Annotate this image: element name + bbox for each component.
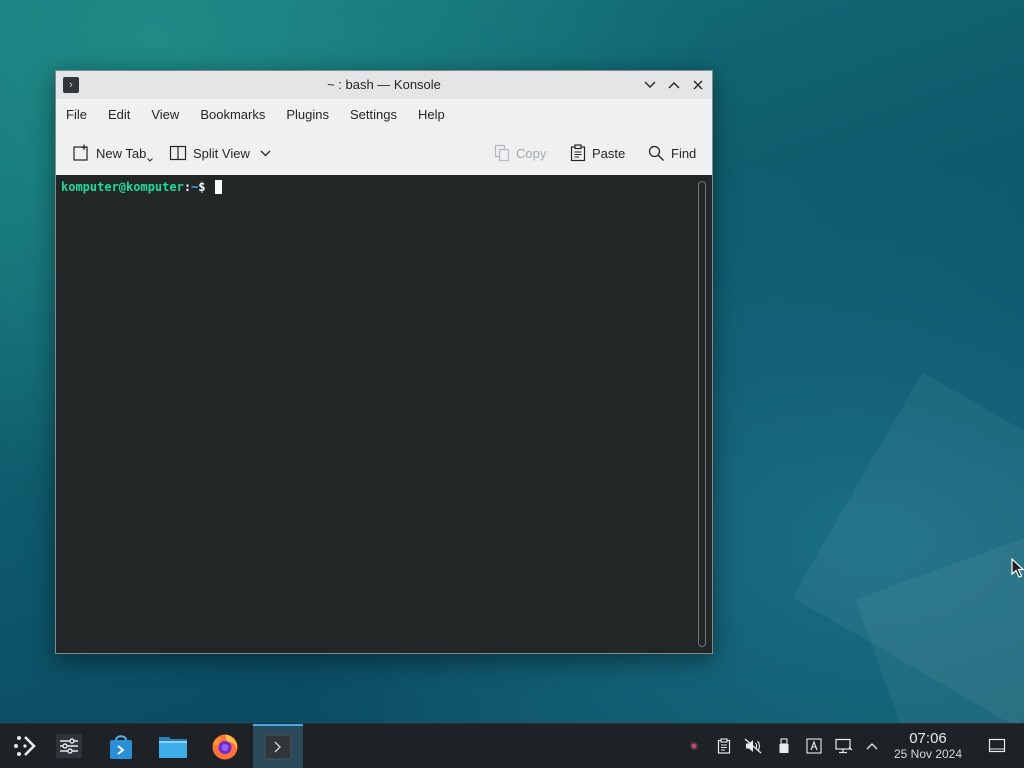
prompt-separator: : — [183, 180, 192, 194]
konsole-task[interactable] — [253, 724, 303, 768]
menu-help[interactable]: Help — [418, 103, 455, 126]
firefox-icon — [212, 734, 238, 760]
terminal-icon — [264, 734, 292, 760]
menu-file[interactable]: File — [66, 103, 97, 126]
application-launcher-button[interactable] — [0, 724, 50, 768]
shopping-bag-icon — [110, 735, 132, 759]
taskbar: 07:06 25 Nov 2024 — [0, 723, 1024, 768]
copy-button[interactable]: Copy — [494, 141, 546, 165]
menu-settings[interactable]: Settings — [350, 103, 407, 126]
konsole-window: › ~ : bash — Konsole File Edit View Book… — [55, 70, 713, 654]
volume-muted-icon[interactable] — [744, 737, 762, 755]
dropdown-arrow-icon — [147, 158, 154, 162]
system-settings-task[interactable] — [44, 724, 94, 768]
close-icon — [693, 80, 703, 90]
chevron-down-icon — [260, 150, 271, 156]
paste-label: Paste — [592, 145, 626, 161]
prompt-symbol: $ — [198, 180, 213, 194]
paste-icon — [570, 144, 586, 162]
new-tab-label: New Tab — [96, 145, 147, 161]
maximize-button[interactable] — [664, 75, 684, 95]
new-tab-button[interactable]: New Tab — [72, 141, 154, 165]
recording-indicator-icon[interactable] — [685, 737, 703, 755]
split-view-button[interactable]: Split View — [169, 141, 271, 165]
paste-button[interactable]: Paste — [570, 141, 625, 165]
split-view-label: Split View — [193, 145, 250, 161]
toolbar: New Tab Split View Copy Paste Find — [56, 133, 712, 173]
digital-clock[interactable]: 07:06 25 Nov 2024 — [888, 730, 968, 762]
mouse-pointer-icon — [1011, 557, 1024, 584]
find-label: Find — [671, 145, 697, 161]
menu-bookmarks[interactable]: Bookmarks — [200, 103, 275, 126]
copy-icon — [494, 144, 510, 162]
new-tab-icon — [73, 144, 88, 161]
text-cursor — [214, 180, 222, 194]
close-button[interactable] — [688, 75, 708, 95]
kde-launcher-icon — [14, 736, 36, 756]
search-icon — [648, 145, 664, 161]
usb-device-icon[interactable] — [775, 737, 793, 755]
minimize-button[interactable] — [640, 75, 660, 95]
desktop: › ~ : bash — Konsole File Edit View Book… — [0, 0, 1024, 768]
clock-date: 25 Nov 2024 — [893, 747, 963, 761]
window-titlebar[interactable]: › ~ : bash — Konsole — [56, 71, 712, 99]
folder-icon — [159, 737, 187, 758]
prompt-user-host: komputer@komputer — [61, 180, 184, 194]
chevron-up-icon — [668, 82, 680, 89]
menu-bar: File Edit View Bookmarks Plugins Setting… — [56, 99, 712, 129]
chevron-down-icon — [644, 81, 656, 88]
clipboard-icon[interactable] — [715, 737, 733, 755]
network-wired-icon[interactable] — [835, 737, 853, 755]
keyboard-layout-icon[interactable] — [805, 737, 823, 755]
menu-edit[interactable]: Edit — [108, 103, 140, 126]
window-title: ~ : bash — Konsole — [327, 77, 441, 92]
menu-view[interactable]: View — [151, 103, 189, 126]
prompt-line: komputer@komputer:~$ — [61, 180, 222, 194]
firefox-task[interactable] — [200, 724, 250, 768]
terminal-area[interactable]: komputer@komputer:~$ — [56, 175, 712, 653]
split-view-icon — [169, 145, 187, 161]
discover-store-task[interactable] — [96, 724, 146, 768]
copy-label: Copy — [516, 145, 547, 161]
terminal-scrollbar[interactable] — [698, 181, 706, 647]
file-manager-task[interactable] — [148, 724, 198, 768]
settings-sliders-icon — [56, 734, 82, 758]
clock-time: 07:06 — [909, 730, 947, 747]
find-button[interactable]: Find — [648, 141, 696, 165]
chevron-up-icon[interactable] — [863, 737, 881, 755]
menu-plugins[interactable]: Plugins — [286, 103, 339, 126]
show-desktop-icon[interactable] — [988, 737, 1006, 755]
